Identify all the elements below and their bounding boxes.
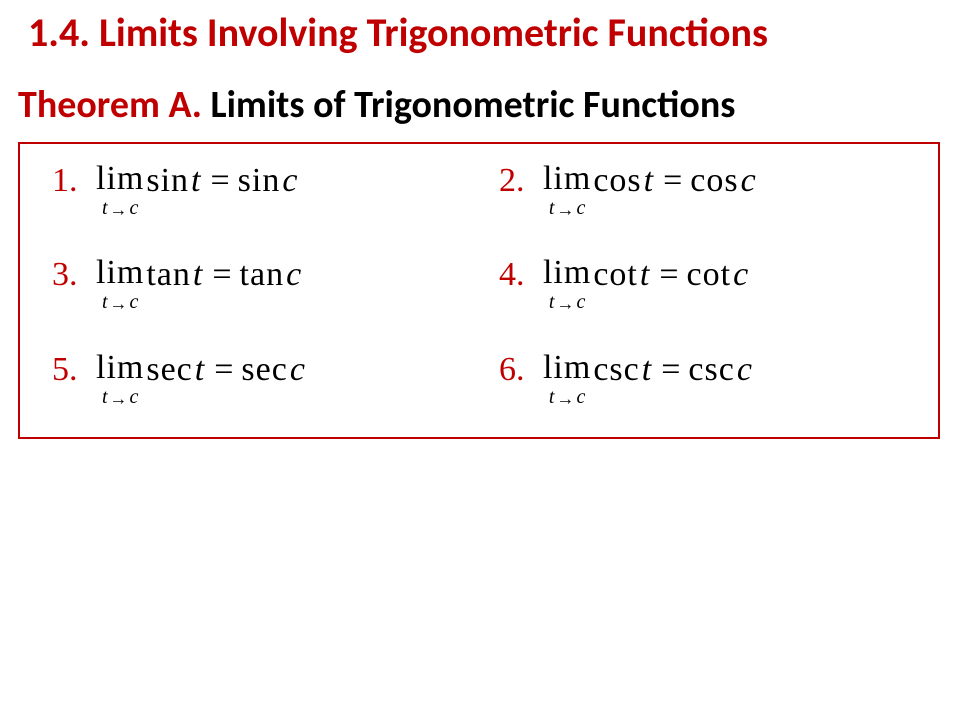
section-title: 1.4. Limits Involving Trigonometric Func… [28, 10, 936, 56]
expr-body: csct = cscc [593, 353, 754, 387]
limit-expression: lim t→c cott = cotc [543, 256, 750, 312]
lim-word: lim [543, 162, 591, 196]
limit-operator: lim t→c [96, 162, 144, 218]
expr-body: cost = cosc [593, 164, 757, 198]
limit-subscript: t→c [100, 198, 140, 218]
lim-word: lim [96, 351, 144, 385]
formulas-rows: 1. lim t→c sint = sinc [30, 162, 928, 407]
expr-body: cott = cotc [593, 258, 750, 292]
formula-cell: 6. lim t→c csct = cscc [499, 351, 928, 407]
limit-subscript: t→c [100, 292, 140, 312]
theorem-label: Theorem A. [18, 82, 202, 128]
limit-operator: lim t→c [543, 256, 591, 312]
limit-expression: lim t→c tant = tanc [96, 256, 303, 312]
formula-cell: 3. lim t→c tant = tanc [30, 256, 499, 312]
limit-subscript: t→c [547, 387, 587, 407]
limit-expression: lim t→c cost = cosc [543, 162, 758, 218]
expr-body: sint = sinc [146, 164, 299, 198]
limit-expression: lim t→c sint = sinc [96, 162, 299, 218]
formula-row: 5. lim t→c sect = secc [30, 351, 928, 407]
formula-cell: 1. lim t→c sint = sinc [30, 162, 499, 218]
lim-word: lim [96, 162, 144, 196]
limit-expression: lim t→c csct = cscc [543, 351, 754, 407]
formula-cell: 4. lim t→c cott = cotc [499, 256, 928, 312]
formula-cell: 2. lim t→c cost = cosc [499, 162, 928, 218]
item-number: 3. [52, 256, 86, 293]
formulas-panel: 1. lim t→c sint = sinc [18, 142, 940, 439]
expr-body: tant = tanc [146, 258, 303, 292]
limit-operator: lim t→c [543, 351, 591, 407]
limit-subscript: t→c [547, 292, 587, 312]
theorem-name: Limits of Trigonometric Functions [211, 82, 736, 128]
formula-cell: 5. lim t→c sect = secc [30, 351, 499, 407]
lim-word: lim [543, 256, 591, 290]
limit-operator: lim t→c [96, 351, 144, 407]
limit-expression: lim t→c sect = secc [96, 351, 307, 407]
formula-row: 3. lim t→c tant = tanc [30, 256, 928, 312]
formula-row: 1. lim t→c sint = sinc [30, 162, 928, 218]
item-number: 1. [52, 162, 86, 199]
theorem-heading: Theorem A. Limits of Trigonometric Funct… [18, 84, 936, 128]
item-number: 4. [499, 256, 533, 293]
limit-subscript: t→c [547, 198, 587, 218]
limit-subscript: t→c [100, 387, 140, 407]
item-number: 5. [52, 351, 86, 388]
slide: 1.4. Limits Involving Trigonometric Func… [0, 0, 960, 720]
limit-operator: lim t→c [543, 162, 591, 218]
limit-operator: lim t→c [96, 256, 144, 312]
lim-word: lim [96, 256, 144, 290]
expr-body: sect = secc [146, 353, 307, 387]
item-number: 2. [499, 162, 533, 199]
item-number: 6. [499, 351, 533, 388]
lim-word: lim [543, 351, 591, 385]
